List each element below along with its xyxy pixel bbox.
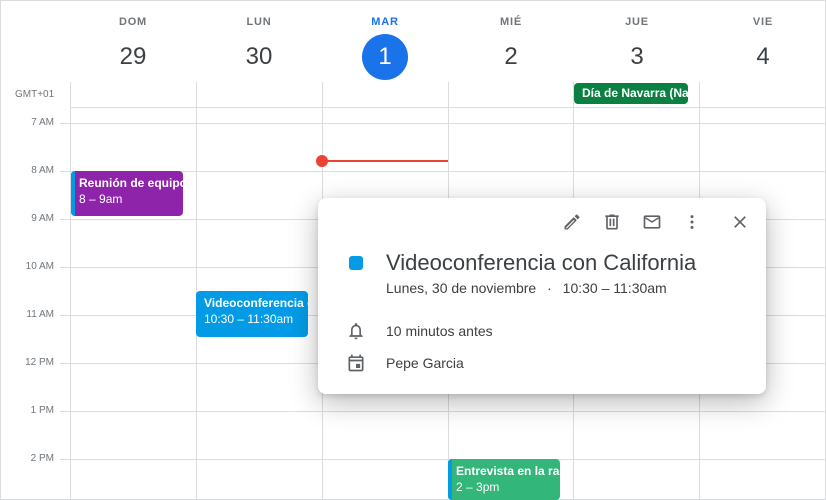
separator: · xyxy=(547,280,552,296)
event-videoconference[interactable]: Videoconferencia c 10:30 – 11:30am xyxy=(196,291,308,337)
more-options-button[interactable] xyxy=(676,208,708,240)
day-of-week: MAR xyxy=(371,16,399,28)
event-time: 8 – 9am xyxy=(79,192,123,206)
hour-label: 1 PM xyxy=(30,405,54,416)
current-time-line xyxy=(322,160,448,162)
event-color-bar xyxy=(448,459,452,500)
edit-button[interactable] xyxy=(556,208,588,240)
calendar-icon xyxy=(346,353,366,373)
day-header-mon[interactable]: LUN 30 xyxy=(196,0,322,80)
day-number[interactable]: 30 xyxy=(236,34,282,80)
allday-event[interactable]: Día de Navarra (Na xyxy=(574,83,688,104)
day-number[interactable]: 29 xyxy=(110,34,156,80)
day-of-week: MIÉ xyxy=(500,16,522,28)
grid-hour-line xyxy=(60,459,826,460)
event-time: 2 – 3pm xyxy=(456,480,500,494)
hour-label: 9 AM xyxy=(31,213,54,224)
day-number-today[interactable]: 1 xyxy=(362,34,408,80)
more-icon xyxy=(682,212,702,237)
event-title: Entrevista en la rad xyxy=(456,464,560,478)
grid-hour-line xyxy=(60,123,826,124)
day-of-week: LUN xyxy=(246,16,272,28)
day-number[interactable]: 3 xyxy=(614,34,660,80)
day-of-week: JUE xyxy=(625,16,649,28)
hour-label: 12 PM xyxy=(25,357,54,368)
day-header-sun[interactable]: DOM 29 xyxy=(70,0,196,80)
delete-button[interactable] xyxy=(596,208,628,240)
hour-label: 11 AM xyxy=(26,309,54,320)
day-header-tue[interactable]: MAR 1 xyxy=(322,0,448,80)
calendar-owner: Pepe Garcia xyxy=(386,355,464,371)
event-color-swatch xyxy=(349,256,363,270)
edit-icon xyxy=(562,212,582,237)
grid-hour-line xyxy=(60,411,826,412)
hour-label: 2 PM xyxy=(30,453,54,464)
day-number[interactable]: 4 xyxy=(740,34,786,80)
event-title: Videoconferencia con California xyxy=(386,250,697,275)
day-header-fri[interactable]: VIE 4 xyxy=(700,0,826,80)
close-button[interactable] xyxy=(724,208,756,240)
event-details-popup: Videoconferencia con California Lunes, 3… xyxy=(318,198,766,394)
hour-label: 8 AM xyxy=(31,165,54,176)
day-of-week: VIE xyxy=(752,16,774,28)
reminder-text: 10 minutos antes xyxy=(386,323,493,339)
event-when: Lunes, 30 de noviembre · 10:30 – 11:30am xyxy=(386,280,667,296)
timezone-label: GMT+01 xyxy=(15,89,55,100)
event-team-meeting[interactable]: Reunión de equipo 8 – 9am xyxy=(71,171,183,216)
delete-icon xyxy=(602,212,622,237)
hour-label: 10 AM xyxy=(25,261,54,272)
close-icon xyxy=(730,212,750,237)
current-time-dot xyxy=(316,155,328,167)
day-of-week: DOM xyxy=(118,16,148,28)
grid-column-line xyxy=(70,82,71,500)
bell-icon xyxy=(346,321,366,341)
email-button[interactable] xyxy=(636,208,668,240)
event-title: Reunión de equipo xyxy=(79,176,183,190)
day-header-thu[interactable]: JUE 3 xyxy=(574,0,700,80)
hour-label: 7 AM xyxy=(31,117,54,128)
event-date: Lunes, 30 de noviembre xyxy=(386,280,537,296)
event-interview[interactable]: Entrevista en la rad 2 – 3pm xyxy=(448,459,560,500)
event-title: Videoconferencia c xyxy=(204,296,308,310)
event-color-bar xyxy=(71,171,75,216)
email-icon xyxy=(642,212,662,237)
event-time: 10:30 – 11:30am xyxy=(204,312,294,326)
day-number[interactable]: 2 xyxy=(488,34,534,80)
day-header-wed[interactable]: MIÉ 2 xyxy=(448,0,574,80)
event-time: 10:30 – 11:30am xyxy=(562,280,667,296)
